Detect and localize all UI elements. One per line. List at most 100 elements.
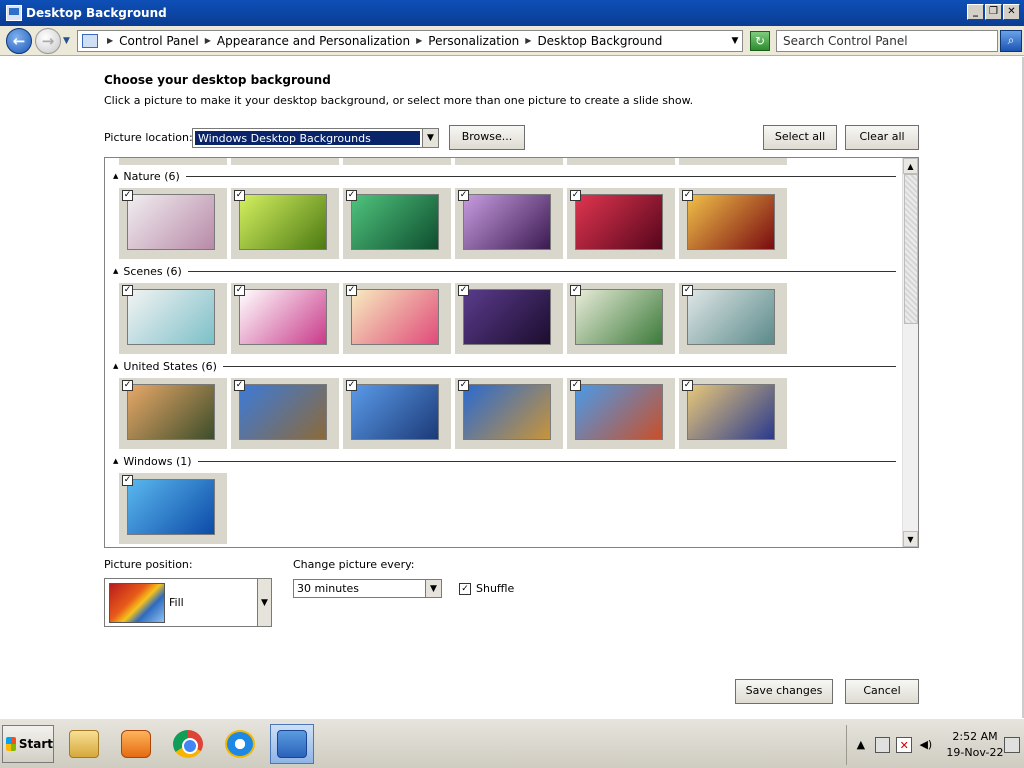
search-button[interactable]: ⌕ [1000, 29, 1022, 52]
background-tile[interactable]: ✓ [119, 283, 227, 354]
show-hidden-icons-icon[interactable]: ▲ [853, 737, 869, 753]
refresh-button[interactable]: ↻ [750, 30, 770, 51]
breadcrumb-control-panel[interactable]: Control Panel [119, 34, 199, 48]
breadcrumb-appearance[interactable]: Appearance and Personalization [217, 34, 410, 48]
forward-button[interactable]: → [35, 27, 61, 54]
background-tile[interactable]: ✓ [343, 283, 451, 354]
breadcrumb[interactable]: ▶ Control Panel ▶ Appearance and Persona… [77, 29, 743, 52]
tile-checkbox[interactable]: ✓ [682, 190, 693, 201]
recent-pages-dropdown[interactable]: ▼ [63, 36, 73, 46]
breadcrumb-desktop-background[interactable]: Desktop Background [537, 34, 662, 48]
tile-checkbox[interactable]: ✓ [682, 285, 693, 296]
tile-checkbox[interactable]: ✓ [458, 380, 469, 391]
tile-checkbox[interactable]: ✓ [570, 380, 581, 391]
volume-icon[interactable]: ◀) [918, 737, 934, 753]
clock[interactable]: 2:52 AM 19-Nov-22 [946, 729, 1005, 761]
group-header[interactable]: ▲ Nature (6) [113, 168, 896, 184]
network-icon[interactable] [874, 737, 891, 753]
background-tile[interactable]: ✓ [119, 473, 227, 544]
start-button[interactable]: Start [2, 724, 54, 763]
tile-checkbox[interactable]: ✓ [234, 380, 245, 391]
address-dropdown-icon[interactable]: ▼ [728, 36, 742, 46]
background-tile[interactable]: ✓ [679, 283, 787, 354]
tile-checkbox[interactable]: ✓ [234, 285, 245, 296]
background-tile[interactable]: ✓ [567, 283, 675, 354]
background-tile[interactable]: ✓ [119, 188, 227, 259]
close-button[interactable]: ✕ [1003, 4, 1020, 20]
taskbar-control-panel[interactable] [270, 723, 314, 764]
group-header[interactable]: ▲ United States (6) [113, 358, 896, 374]
scrollbar-thumb[interactable] [904, 174, 918, 324]
tile-checkbox[interactable]: ✓ [234, 190, 245, 201]
show-desktop-button[interactable] [1004, 737, 1020, 753]
taskbar-internet-explorer[interactable] [218, 724, 262, 764]
window-title-bar[interactable]: Desktop Background _ ❐ ✕ [0, 0, 1024, 26]
select-all-button[interactable]: Select all [763, 125, 837, 150]
tile-checkbox[interactable]: ✓ [122, 285, 133, 296]
tile-checkbox[interactable]: ✓ [346, 190, 357, 201]
taskbar-media-player[interactable] [114, 724, 158, 764]
chevron-down-icon[interactable]: ▼ [425, 580, 441, 597]
save-changes-button[interactable]: Save changes [735, 679, 833, 704]
tile-checkbox[interactable]: ✓ [122, 190, 133, 201]
tile-checkbox[interactable]: ✓ [122, 380, 133, 391]
background-tile[interactable]: ✓ [567, 378, 675, 449]
breadcrumb-personalization[interactable]: Personalization [428, 34, 519, 48]
collapse-icon[interactable]: ▲ [113, 267, 118, 275]
gallery-scrollbar[interactable]: ▲ ▼ [902, 158, 918, 547]
taskbar-explorer[interactable] [62, 724, 106, 764]
taskbar-chrome[interactable] [166, 724, 210, 764]
chevron-right-icon[interactable]: ▶ [205, 36, 211, 45]
background-tile[interactable]: ✓ [679, 188, 787, 259]
browse-button[interactable]: Browse... [449, 125, 525, 150]
tile-checkbox[interactable]: ✓ [346, 380, 357, 391]
picture-location-select[interactable]: Windows Desktop Backgrounds ▼ [192, 128, 439, 148]
collapse-icon[interactable]: ▲ [113, 172, 118, 180]
action-center-icon[interactable]: ✕ [896, 737, 913, 753]
chevron-down-icon[interactable]: ▼ [257, 579, 271, 626]
shuffle-checkbox[interactable]: ✓ Shuffle [459, 582, 514, 595]
scroll-up-icon[interactable]: ▲ [903, 158, 918, 174]
clear-all-button[interactable]: Clear all [845, 125, 919, 150]
background-tile[interactable]: ✓ [455, 283, 563, 354]
picture-position-select[interactable]: Fill ▼ [104, 578, 272, 627]
clock-time: 2:52 AM [952, 730, 998, 743]
change-picture-select[interactable]: 30 minutes ▼ [293, 579, 442, 598]
minimize-button[interactable]: _ [967, 4, 984, 20]
background-tile[interactable]: ✓ [231, 283, 339, 354]
chevron-down-icon[interactable]: ▼ [422, 129, 438, 147]
chevron-right-icon[interactable]: ▶ [416, 36, 422, 45]
group-header[interactable]: ▲ Windows (1) [113, 453, 896, 469]
tile-checkbox[interactable]: ✓ [122, 475, 133, 486]
collapse-icon[interactable]: ▲ [113, 457, 118, 465]
background-tile[interactable]: ✓ [231, 378, 339, 449]
search-input[interactable]: Search Control Panel [776, 29, 998, 52]
cancel-button[interactable]: Cancel [845, 679, 919, 704]
background-tile[interactable]: ✓ [231, 188, 339, 259]
background-tile[interactable]: ✓ [679, 378, 787, 449]
back-button[interactable]: ← [6, 27, 32, 54]
restore-button[interactable]: ❐ [985, 4, 1002, 20]
group-divider [185, 175, 896, 177]
background-tile[interactable]: ✓ [567, 188, 675, 259]
background-thumbnail [687, 289, 775, 345]
tile-checkbox[interactable]: ✓ [458, 190, 469, 201]
chevron-right-icon[interactable]: ▶ [107, 36, 113, 45]
checkbox-checked-icon[interactable]: ✓ [459, 582, 471, 595]
tile-checkbox[interactable]: ✓ [682, 380, 693, 391]
scroll-down-icon[interactable]: ▼ [903, 531, 918, 547]
tile-checkbox[interactable]: ✓ [570, 190, 581, 201]
background-tile[interactable]: ✓ [455, 378, 563, 449]
forward-arrow-icon: → [41, 31, 55, 50]
chevron-right-icon[interactable]: ▶ [525, 36, 531, 45]
background-tile[interactable]: ✓ [343, 378, 451, 449]
tile-checkbox[interactable]: ✓ [458, 285, 469, 296]
group-header[interactable]: ▲ Scenes (6) [113, 263, 896, 279]
background-tile[interactable]: ✓ [343, 188, 451, 259]
tile-checkbox[interactable]: ✓ [346, 285, 357, 296]
collapse-icon[interactable]: ▲ [113, 362, 118, 370]
background-gallery[interactable]: ▲ Nature (6) ✓ ✓ ✓ ✓ ✓ ✓ ▲ Scenes (6) ✓ ✓ ✓ ✓ ✓ ✓ ▲ Unite… [104, 157, 919, 548]
background-tile[interactable]: ✓ [119, 378, 227, 449]
background-tile[interactable]: ✓ [455, 188, 563, 259]
tile-checkbox[interactable]: ✓ [570, 285, 581, 296]
